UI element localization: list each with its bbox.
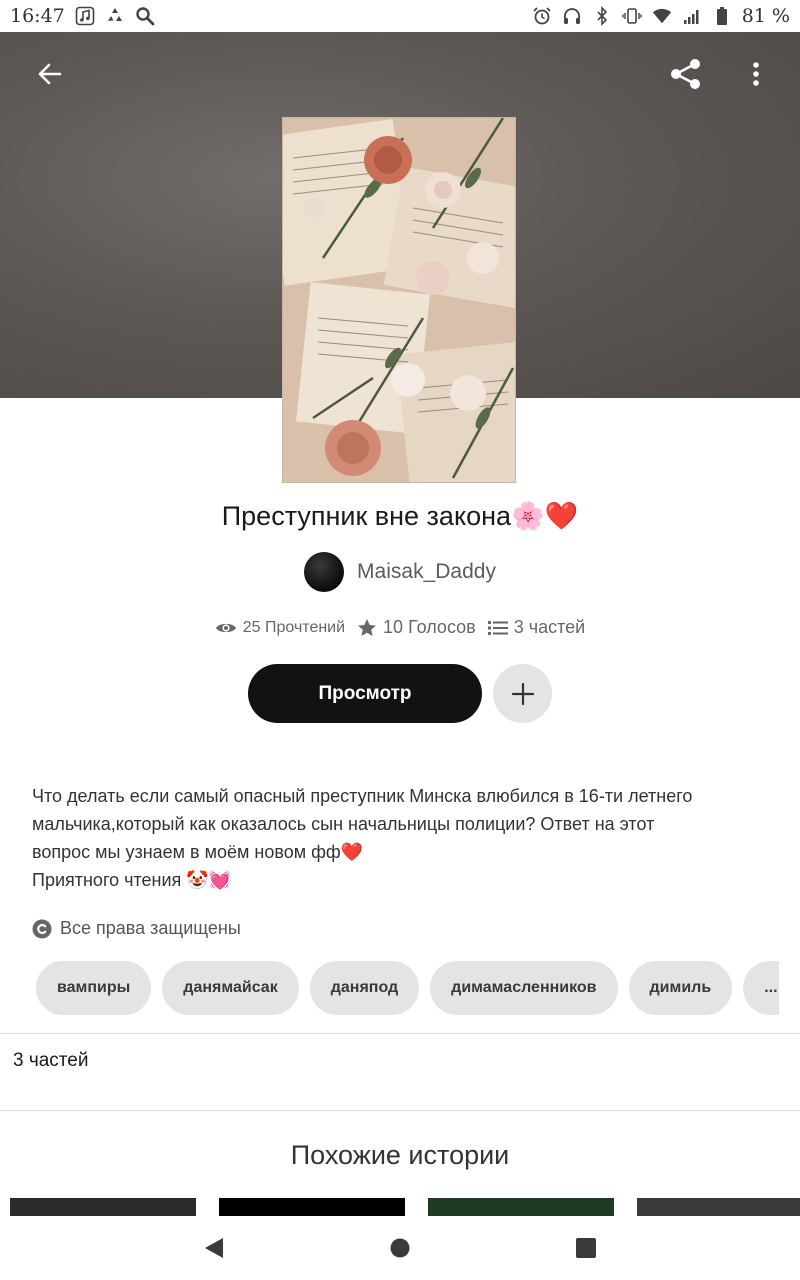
headphones-icon — [562, 6, 582, 26]
tag-chip[interactable]: ... — [743, 961, 779, 1015]
more-options-button[interactable] — [732, 50, 780, 98]
parts-count-stat: 3 частей — [513, 617, 586, 637]
search-icon — [135, 6, 155, 26]
tags-row[interactable]: вампиры данямайсак даняпод димамасленник… — [36, 961, 779, 1015]
reads-stat: 25 Прочтений — [215, 619, 345, 637]
author-name[interactable]: Maisak_Daddy — [357, 560, 496, 584]
copyright-notice: Все права защищены — [32, 918, 241, 939]
divider — [0, 1110, 800, 1111]
tag-chip[interactable]: даняпод — [309, 961, 420, 1015]
battery-percentage: 81 % — [741, 5, 790, 27]
plus-icon — [511, 682, 534, 705]
battery-icon — [712, 6, 732, 26]
triangle-back-icon — [205, 1238, 223, 1258]
status-time: 16:47 — [10, 5, 65, 27]
back-button[interactable] — [26, 50, 74, 98]
nav-recents-button[interactable] — [568, 1230, 604, 1266]
square-recents-icon — [576, 1238, 596, 1258]
tag-chip[interactable]: данямайсак — [162, 961, 299, 1015]
read-button[interactable]: Просмотр — [248, 664, 482, 723]
music-icon — [75, 6, 95, 26]
author-avatar[interactable] — [304, 552, 345, 592]
wifi-icon — [652, 6, 672, 26]
divider — [0, 1033, 800, 1034]
story-title: Преступник вне закона🌸❤️ — [221, 501, 579, 531]
description-line: вопрос мы узнаем в моём новом фф❤️ — [32, 842, 364, 862]
star-icon — [358, 618, 377, 636]
votes-stat: 10 Голосов — [357, 617, 476, 638]
similar-stories-title: Похожие истории — [290, 1140, 510, 1170]
description-line: мальчика,который как оказалось сын начал… — [32, 814, 655, 834]
copyright-label: Все права защищены — [60, 918, 241, 938]
arrow-left-icon — [38, 63, 62, 85]
alarm-icon — [532, 6, 552, 26]
share-icon — [671, 59, 700, 89]
tag-chip[interactable]: димиль — [628, 961, 733, 1015]
add-to-library-button[interactable] — [493, 664, 552, 723]
copyright-icon — [32, 919, 52, 938]
recycle-icon — [105, 6, 125, 26]
more-vertical-icon — [753, 62, 759, 86]
tag-chip[interactable]: димамасленников — [430, 961, 618, 1015]
nav-back-button[interactable] — [196, 1230, 232, 1266]
eye-icon — [215, 623, 236, 632]
signal-icon — [682, 6, 702, 26]
bluetooth-icon — [592, 6, 612, 26]
share-button[interactable] — [662, 50, 710, 98]
votes-count: 10 Голосов — [383, 617, 476, 637]
reads-count: 25 Прочтений — [242, 618, 346, 636]
parts-stat: 3 частей — [487, 617, 586, 638]
status-bar: 16:47 81 % — [0, 0, 800, 32]
list-icon — [487, 620, 508, 635]
vibrate-icon — [622, 6, 642, 26]
description-line: Что делать если самый опасный преступник… — [32, 786, 693, 806]
story-cover-image[interactable] — [282, 117, 516, 483]
author-row[interactable]: Maisak_Daddy — [0, 552, 800, 592]
parts-section-label[interactable]: 3 частей — [13, 1050, 88, 1072]
nav-home-button[interactable] — [382, 1230, 418, 1266]
system-nav-bar — [0, 1216, 800, 1280]
story-description: Что делать если самый опасный преступник… — [32, 782, 772, 894]
tag-chip[interactable]: вампиры — [36, 961, 152, 1015]
story-stats: 25 Прочтений 10 Голосов 3 частей — [0, 617, 800, 638]
description-line: Приятного чтения 🤡💓 — [32, 870, 232, 890]
circle-home-icon — [390, 1238, 410, 1258]
